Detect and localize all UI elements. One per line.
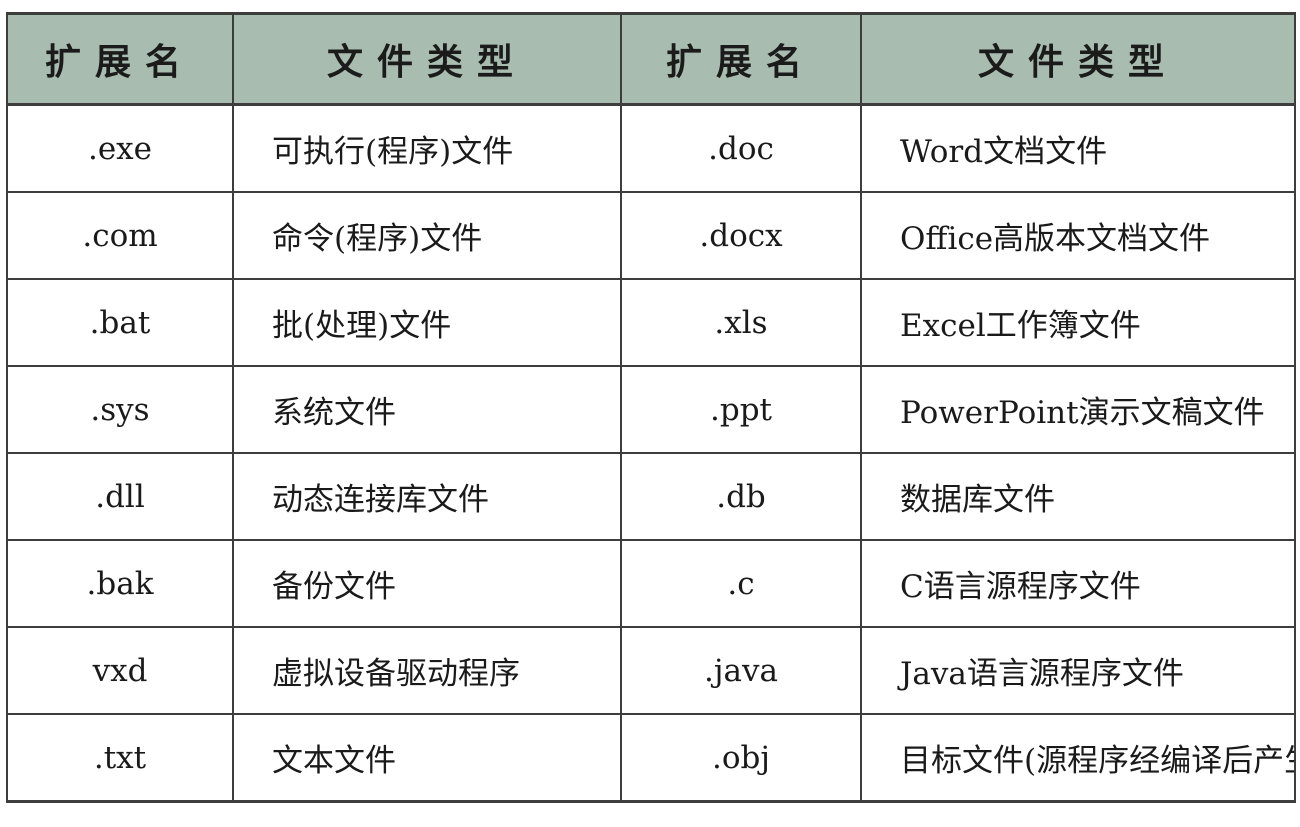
file-type-cell: PowerPoint演示文稿文件 bbox=[860, 365, 1296, 454]
table-row: .bat 批(处理)文件 .xls Excel工作簿文件 bbox=[6, 278, 1296, 367]
file-type-cell: 备份文件 bbox=[232, 539, 622, 628]
table-row: .dll 动态连接库文件 .db 数据库文件 bbox=[6, 452, 1296, 541]
header-extension-right: 扩展名 bbox=[620, 12, 862, 106]
table-header: 扩展名 文件类型 扩展名 文件类型 bbox=[6, 12, 1296, 106]
file-type-cell: Word文档文件 bbox=[860, 103, 1296, 193]
table-row: .bak 备份文件 .c C语言源程序文件 bbox=[6, 539, 1296, 628]
table-row: .sys 系统文件 .ppt PowerPoint演示文稿文件 bbox=[6, 365, 1296, 454]
file-type-cell: C语言源程序文件 bbox=[860, 539, 1296, 628]
file-type-cell: Java语言源程序文件 bbox=[860, 626, 1296, 715]
table-row: vxd 虚拟设备驱动程序 .java Java语言源程序文件 bbox=[6, 626, 1296, 715]
extension-cell: .txt bbox=[6, 713, 234, 803]
header-file-type-right: 文件类型 bbox=[860, 12, 1296, 106]
file-type-cell: 数据库文件 bbox=[860, 452, 1296, 541]
table-row: .txt 文本文件 .obj 目标文件(源程序经编译后产生) bbox=[6, 713, 1296, 803]
file-type-cell: 可执行(程序)文件 bbox=[232, 103, 622, 193]
file-type-cell: 系统文件 bbox=[232, 365, 622, 454]
file-type-cell: 动态连接库文件 bbox=[232, 452, 622, 541]
extension-cell: .bat bbox=[6, 278, 234, 367]
file-type-cell: 命令(程序)文件 bbox=[232, 191, 622, 280]
table-row: .exe 可执行(程序)文件 .doc Word文档文件 bbox=[6, 103, 1296, 193]
extension-cell: .exe bbox=[6, 103, 234, 193]
extension-cell: .c bbox=[620, 539, 862, 628]
header-extension-left: 扩展名 bbox=[6, 12, 234, 106]
extension-cell: .ppt bbox=[620, 365, 862, 454]
file-extension-table: 扩展名 文件类型 扩展名 文件类型 .exe 可执行(程序)文件 .doc Wo… bbox=[6, 12, 1296, 803]
file-type-cell: 批(处理)文件 bbox=[232, 278, 622, 367]
extension-cell: .com bbox=[6, 191, 234, 280]
extension-cell: .db bbox=[620, 452, 862, 541]
extension-cell: .dll bbox=[6, 452, 234, 541]
extension-cell: .obj bbox=[620, 713, 862, 803]
file-type-cell: 虚拟设备驱动程序 bbox=[232, 626, 622, 715]
header-file-type-left: 文件类型 bbox=[232, 12, 622, 106]
extension-cell: .sys bbox=[6, 365, 234, 454]
extension-cell: .xls bbox=[620, 278, 862, 367]
table-row: .com 命令(程序)文件 .docx Office高版本文档文件 bbox=[6, 191, 1296, 280]
file-type-cell: 文本文件 bbox=[232, 713, 622, 803]
file-extension-table-container: 扩展名 文件类型 扩展名 文件类型 .exe 可执行(程序)文件 .doc Wo… bbox=[6, 12, 1296, 803]
extension-cell: .docx bbox=[620, 191, 862, 280]
file-type-cell: Office高版本文档文件 bbox=[860, 191, 1296, 280]
table-body: .exe 可执行(程序)文件 .doc Word文档文件 .com 命令(程序)… bbox=[6, 103, 1296, 803]
extension-cell: .java bbox=[620, 626, 862, 715]
file-type-cell: 目标文件(源程序经编译后产生) bbox=[860, 713, 1296, 803]
file-type-cell: Excel工作簿文件 bbox=[860, 278, 1296, 367]
extension-cell: .doc bbox=[620, 103, 862, 193]
extension-cell: vxd bbox=[6, 626, 234, 715]
header-row: 扩展名 文件类型 扩展名 文件类型 bbox=[6, 12, 1296, 106]
extension-cell: .bak bbox=[6, 539, 234, 628]
